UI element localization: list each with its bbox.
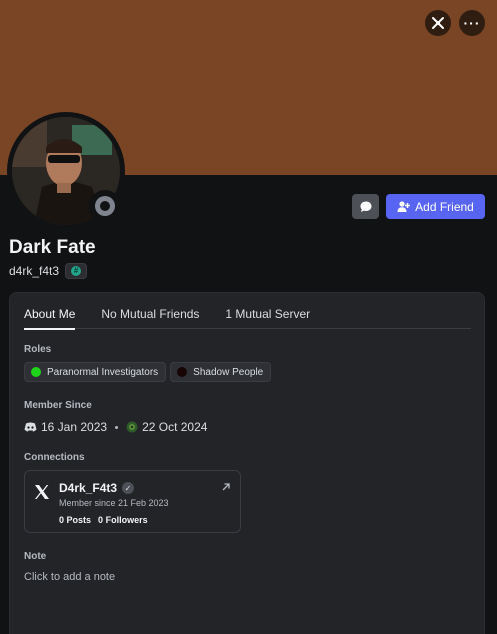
note-title: Note xyxy=(24,551,47,562)
tab-mutual-friends[interactable]: No Mutual Friends xyxy=(101,307,199,329)
member-since-title: Member Since xyxy=(24,400,92,411)
external-link-icon[interactable] xyxy=(221,481,231,495)
followers-stat: 0 Followers xyxy=(98,515,148,525)
posts-stat: 0 Posts xyxy=(59,515,91,525)
verified-check-icon: ✓ xyxy=(122,482,135,494)
profile-details-panel: About Me No Mutual Friends 1 Mutual Serv… xyxy=(9,292,485,634)
discord-join-date: 16 Jan 2023 xyxy=(41,420,108,434)
roles-list: Paranormal Investigators Shadow People xyxy=(24,362,272,382)
server-icon xyxy=(126,421,138,433)
status-indicator xyxy=(89,190,121,222)
role-name: Paranormal Investigators xyxy=(47,366,159,378)
connection-since: Member since 21 Feb 2023 xyxy=(59,498,169,508)
offline-status-icon xyxy=(95,196,115,216)
roles-title: Roles xyxy=(24,344,52,355)
message-button[interactable] xyxy=(352,194,379,219)
nitro-wumpus-icon[interactable] xyxy=(425,10,451,36)
discord-logo-icon xyxy=(24,422,37,432)
x-logo-icon xyxy=(34,484,50,505)
hash-icon: # xyxy=(71,266,82,276)
tab-mutual-servers[interactable]: 1 Mutual Server xyxy=(225,307,310,329)
connections-title: Connections xyxy=(24,452,85,463)
followers-label: Followers xyxy=(105,515,148,525)
add-user-icon xyxy=(397,201,411,212)
more-dots-icon: ··· xyxy=(463,15,481,31)
username: d4rk_f4t3 xyxy=(9,264,60,278)
display-name: Dark Fate xyxy=(9,237,96,258)
profile-tabs: About Me No Mutual Friends 1 Mutual Serv… xyxy=(24,307,471,330)
username-row: d4rk_f4t3 # xyxy=(9,263,88,279)
connection-stats: 0 Posts 0 Followers xyxy=(59,515,148,525)
tab-about-me[interactable]: About Me xyxy=(24,307,76,330)
connection-card[interactable]: D4rk_F4t3 ✓ Member since 21 Feb 2023 0 P… xyxy=(24,470,241,533)
posts-label: Posts xyxy=(66,515,92,525)
role-color-dot xyxy=(31,367,41,377)
chat-bubble-icon xyxy=(360,201,371,212)
server-join-date: 22 Oct 2024 xyxy=(142,420,208,434)
role-pill[interactable]: Shadow People xyxy=(170,362,272,382)
more-options-button[interactable]: ··· xyxy=(459,10,485,36)
role-name: Shadow People xyxy=(193,366,264,378)
separator-dot xyxy=(115,425,119,429)
member-since-row: 16 Jan 2023 22 Oct 2024 xyxy=(24,420,207,434)
followers-count: 0 xyxy=(98,515,104,525)
add-friend-label: Add Friend xyxy=(415,199,474,214)
note-input[interactable]: Click to add a note xyxy=(24,571,115,583)
avatar-frame xyxy=(7,112,125,230)
add-friend-button[interactable]: Add Friend xyxy=(386,194,485,219)
role-pill[interactable]: Paranormal Investigators xyxy=(24,362,167,382)
role-color-dot xyxy=(177,367,188,377)
connection-name-row: D4rk_F4t3 ✓ xyxy=(59,481,135,495)
connection-name: D4rk_F4t3 xyxy=(59,481,118,495)
server-tag-badge[interactable]: # xyxy=(65,263,88,279)
posts-count: 0 xyxy=(59,515,65,525)
